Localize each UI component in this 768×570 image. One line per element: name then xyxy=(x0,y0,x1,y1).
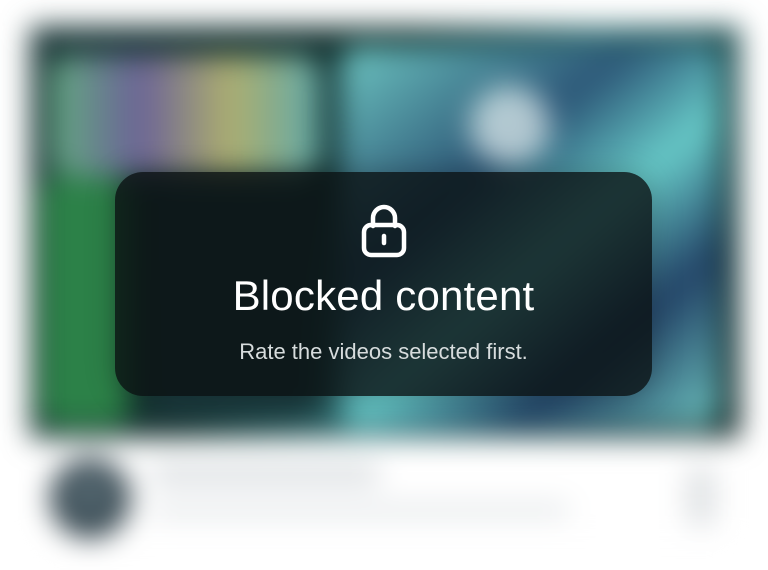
avatar[interactable] xyxy=(50,458,130,538)
overlay-subtitle: Rate the videos selected first. xyxy=(239,339,528,364)
overlay-title: Blocked content xyxy=(232,272,535,319)
video-details-placeholder xyxy=(150,502,570,518)
blocked-video-card: Blocked content Rate the videos selected… xyxy=(0,0,768,570)
video-meta-row xyxy=(30,440,740,550)
more-options-icon[interactable] xyxy=(686,466,716,526)
video-title-placeholder xyxy=(150,464,380,484)
blocked-content-overlay: Blocked content Rate the videos selected… xyxy=(115,172,652,396)
lock-icon xyxy=(361,204,406,258)
